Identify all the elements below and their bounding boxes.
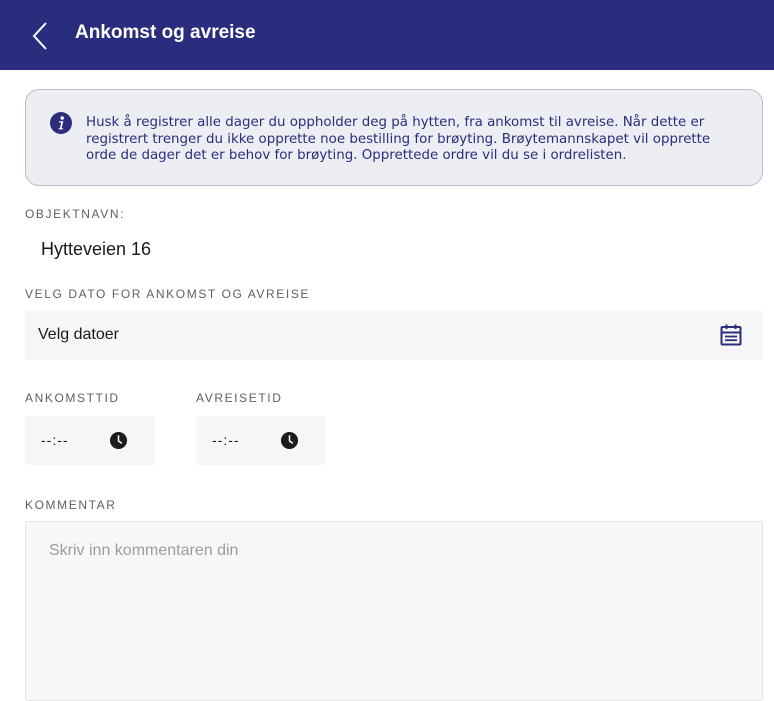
info-notice: Husk å registrer alle dager du oppholder… (25, 89, 763, 186)
date-label: VELG DATO FOR ANKOMST OG AVREISE (25, 287, 311, 301)
calendar-icon (720, 324, 742, 346)
departure-time-input[interactable]: --:-- (196, 416, 326, 465)
arrival-time-value: --:-- (41, 432, 69, 448)
date-picker-field[interactable]: Velg datoer (25, 310, 763, 360)
departure-time-value: --:-- (212, 432, 240, 448)
object-name-label: OBJEKTNAVN: (25, 207, 126, 221)
info-icon (50, 112, 72, 134)
object-name-value: Hytteveien 16 (41, 239, 152, 259)
clock-icon[interactable] (109, 431, 128, 450)
app-header: Ankomst og avreise (0, 0, 774, 70)
comment-textarea[interactable]: Skriv inn kommentaren din (25, 521, 763, 701)
info-text: Husk å registrer alle dager du oppholder… (86, 115, 746, 165)
info-line: Husk å registrer alle dager du oppholder… (86, 115, 705, 130)
info-line: registrert trenger du ikke opprette noe … (86, 131, 711, 147)
arrival-time-label: ANKOMSTTID (25, 391, 120, 405)
back-button[interactable] (28, 20, 52, 52)
arrival-time-input[interactable]: --:-- (25, 416, 155, 465)
chevron-left-icon (32, 22, 47, 50)
comment-label: KOMMENTAR (25, 498, 117, 512)
date-picker-text: Velg datoer (38, 326, 119, 343)
comment-placeholder: Skriv inn kommentaren din (49, 542, 239, 559)
page-title: Ankomst og avreise (75, 22, 256, 43)
clock-icon[interactable] (280, 431, 299, 450)
info-line: orde de dager det er behov for brøyting.… (86, 148, 627, 163)
departure-time-label: AVREISETID (196, 391, 283, 405)
